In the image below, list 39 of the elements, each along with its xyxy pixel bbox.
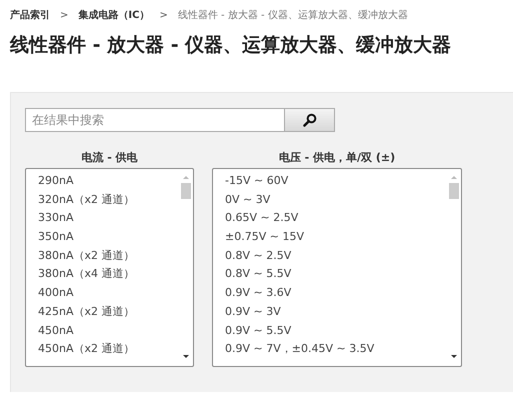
list-option[interactable]: 0.8V ~ 2.5V [225,246,447,266]
scroll-up-icon[interactable] [182,174,190,180]
list-option[interactable]: 0.9V ~ 3.6V [225,284,447,303]
breadcrumb-link[interactable]: 集成电路（IC） [78,8,150,22]
list-option[interactable]: 450nA（x2 通道） [38,340,179,359]
scroll-up-icon[interactable] [450,174,458,180]
scroll-down-icon[interactable] [182,354,190,360]
list-option[interactable]: 0V ~ 3V [225,190,447,210]
breadcrumb-current: 线性器件 - 放大器 - 仪器、运算放大器、缓冲放大器 [178,8,408,22]
list-option[interactable]: 0.65V ~ 2.5V [225,209,447,228]
list-option[interactable]: ±0.75V ~ 15V [225,228,447,247]
list-option[interactable]: 400nA [38,284,179,303]
breadcrumb-link[interactable]: 产品索引 [10,8,50,22]
search-button[interactable] [285,108,335,132]
scrollbar-thumb[interactable] [449,183,459,199]
list-option[interactable]: 0.9V ~ 3V [225,302,447,322]
list-option[interactable]: 380nA（x2 通道） [38,246,179,266]
list-option[interactable]: 380nA（x4 通道） [38,265,179,284]
list-option[interactable]: 0.9V ~ 5.5V [225,322,447,340]
scroll-down-icon[interactable] [450,354,458,360]
list-option[interactable]: 320nA（x2 通道） [38,190,179,210]
search-icon [302,113,316,127]
list-option[interactable]: 330nA [38,209,179,228]
scrollbar-thumb[interactable] [181,183,191,199]
list-option[interactable]: 0.9V ~ 7V，±0.45V ~ 3.5V [225,340,447,359]
list-option[interactable]: 450nA [38,322,179,340]
breadcrumb-separator: > [60,10,68,20]
list-option[interactable]: 0.8V ~ 5.5V [225,265,447,284]
list-option[interactable]: 350nA [38,228,179,247]
filter-heading: 电流 - 供电 [80,150,139,166]
filter-heading: 电压 - 供电，单/双 (±) [278,150,396,166]
filter-listbox[interactable]: 290nA 320nA（x2 通道） 330nA 350nA 380nA（x2 通道） 380nA（x4 通道） 400nA 425nA（x2 通道） 450nA 450nA（x2 通道） [25,168,194,367]
list-option[interactable]: -15V ~ 60V [225,172,447,191]
breadcrumb-separator: > [159,10,168,20]
filter-listbox[interactable]: -15V ~ 60V 0V ~ 3V 0.65V ~ 2.5V ±0.75V ~ 15V 0.8V ~ 2.5V 0.8V ~ 5.5V 0.9V ~ 3.6V 0.9V ~ 3V 0.9V ~ 5.5V 0.9V ~ 7V，±0.45V ~ 3.5V [212,168,462,367]
list-option[interactable]: 290nA [38,172,179,191]
page-title: 线性器件 - 放大器 - 仪器、运算放大器、缓冲放大器 [10,33,452,58]
search-field[interactable]: 在结果中搜索 [25,108,285,132]
list-option[interactable]: 425nA（x2 通道） [38,302,179,322]
